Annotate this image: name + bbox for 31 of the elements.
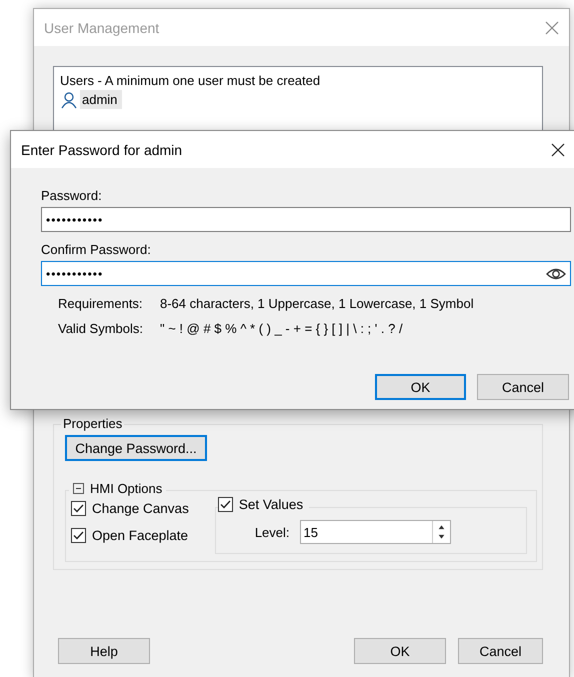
ok-button[interactable]: OK	[375, 374, 466, 400]
window-title: User Management	[44, 20, 160, 36]
collapse-icon[interactable]	[73, 483, 84, 494]
list-heading: Users - A minimum one user must be created	[60, 73, 322, 88]
requirements-label: Requirements:	[58, 296, 144, 311]
cancel-button[interactable]: Cancel	[458, 638, 543, 664]
checkbox[interactable]	[218, 497, 233, 512]
user-icon	[60, 90, 78, 108]
requirements-text: 8-64 characters, 1 Uppercase, 1 Lowercase, 1 Symbol	[160, 296, 475, 311]
ok-button[interactable]: OK	[354, 638, 446, 664]
confirm-password-field[interactable]: •••••••••••	[41, 261, 571, 286]
group-title: Properties	[61, 416, 124, 431]
field-label: Password:	[41, 188, 103, 203]
checkbox[interactable]	[71, 501, 86, 516]
change-password-button[interactable]: Change Password...	[65, 435, 207, 461]
symbols-text: " ~ ! @ # $ % ^ * ( ) _ - + = { } [ ] | \ : ; ' . ? /	[160, 321, 404, 336]
cancel-button[interactable]: Cancel	[477, 374, 569, 400]
close-icon[interactable]	[551, 142, 565, 156]
level-spinbox[interactable]: 15	[300, 520, 451, 544]
checkbox-label: Set Values	[238, 497, 304, 512]
user-item[interactable]: admin	[80, 90, 122, 109]
symbols-label: Valid Symbols:	[58, 321, 144, 336]
password-field[interactable]: •••••••••••	[41, 207, 571, 232]
dialog-title: Enter Password for admin	[21, 142, 182, 158]
field-label: Confirm Password:	[41, 242, 152, 257]
level-label: Level:	[254, 524, 290, 540]
checkbox-label: Open Faceplate	[92, 528, 188, 543]
group-title: HMI Options	[90, 481, 162, 496]
checkbox-label: Change Canvas	[92, 501, 189, 516]
help-button[interactable]: Help	[58, 638, 150, 664]
checkbox[interactable]	[71, 528, 86, 543]
